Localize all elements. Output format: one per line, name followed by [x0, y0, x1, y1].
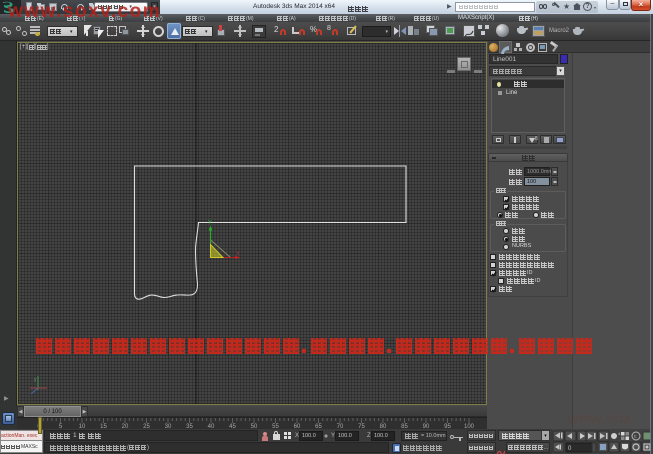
svg-text:30: 30: [165, 424, 172, 429]
svg-text:20: 20: [122, 424, 129, 429]
svg-text:45: 45: [229, 424, 236, 429]
svg-text:15: 15: [100, 424, 107, 429]
svg-text:80: 80: [380, 424, 387, 429]
svg-text:90: 90: [423, 424, 430, 429]
svg-text:100: 100: [464, 424, 475, 429]
svg-text:Y: Y: [208, 220, 212, 226]
svg-text:25: 25: [143, 424, 150, 429]
svg-text:y: y: [34, 377, 37, 383]
svg-text:x: x: [237, 251, 240, 257]
svg-text:70: 70: [337, 424, 344, 429]
svg-text:65: 65: [315, 424, 322, 429]
svg-text:35: 35: [186, 424, 193, 429]
svg-text:75: 75: [358, 424, 365, 429]
svg-text:95: 95: [444, 424, 451, 429]
svg-text:50: 50: [251, 424, 258, 429]
svg-text:10: 10: [79, 424, 86, 429]
svg-text:60: 60: [294, 424, 301, 429]
svg-text:40: 40: [208, 424, 215, 429]
svg-text:5: 5: [59, 424, 63, 429]
svg-text:55: 55: [272, 424, 279, 429]
svg-text:85: 85: [401, 424, 408, 429]
